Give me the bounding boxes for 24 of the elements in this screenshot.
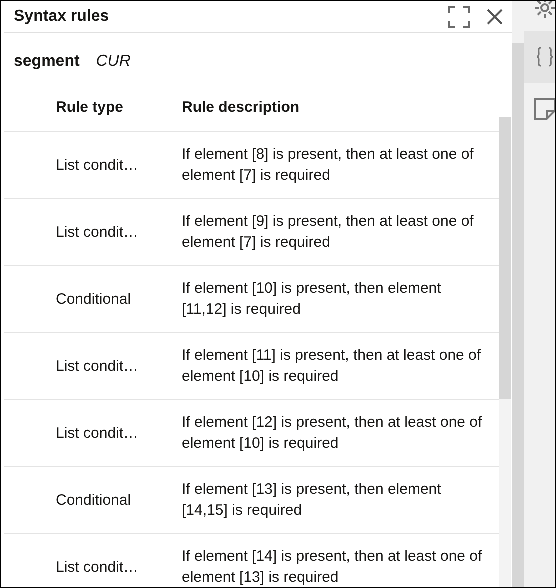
table-cell-text: If element [11] is present, then at least one of element [10] is required <box>182 346 482 387</box>
table-cell-text: If element [10] is present, then element [11,12] is required <box>182 279 442 320</box>
table-cell-text: If element [8] is present, then at least one of element [7] is required <box>182 145 475 186</box>
table-cell-text: List condit… <box>55 358 140 374</box>
table-cell-text: Conditional <box>55 492 132 508</box>
braces-icon[interactable] <box>534 46 555 68</box>
gear-icon[interactable] <box>534 1 555 19</box>
scrollbar[interactable] <box>512 43 524 587</box>
table-cell-text: If element [12] is present, then at least one of element [10] is required <box>182 413 484 454</box>
column-header: Rule description <box>182 98 301 118</box>
table-cell-text: List condit… <box>55 224 140 240</box>
scrollbar[interactable] <box>499 117 511 587</box>
segment-label: segment <box>14 53 80 70</box>
table-cell-text: List condit… <box>55 424 140 442</box>
note-icon[interactable] <box>534 98 555 120</box>
table-cell-text: List condit… <box>55 558 140 576</box>
segment-value: CUR <box>96 53 131 70</box>
panel-title: Syntax rules <box>13 8 110 26</box>
column-header: Rule type <box>55 98 125 116</box>
table-cell-text: List condit… <box>55 156 140 174</box>
table-cell-text: Conditional <box>55 290 132 308</box>
table-cell-text: If element [14] is present, then at least one of element [13] is required <box>182 547 484 587</box>
table-cell-text: If element [13] is present, then element [14,15] is required <box>182 480 442 521</box>
table-cell-text: If element [9] is present, then at least one of element [7] is required <box>182 212 475 253</box>
